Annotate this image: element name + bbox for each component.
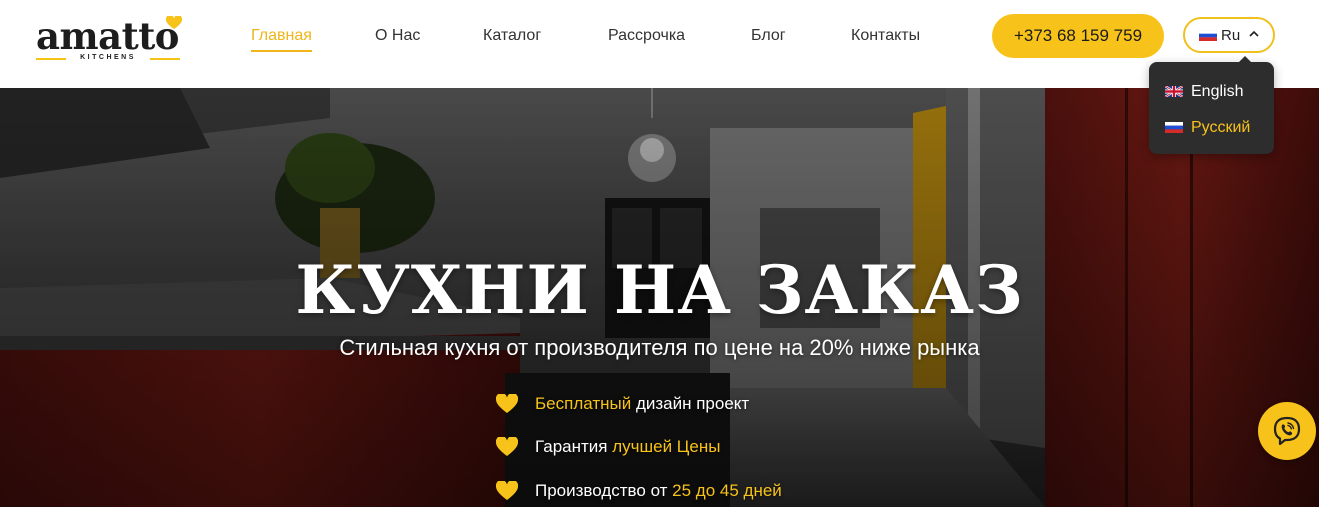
feature-prefix: Производство от <box>535 481 673 500</box>
heart-icon <box>496 481 518 500</box>
russia-flag-icon <box>1199 30 1217 41</box>
language-selector[interactable]: Ru <box>1183 17 1275 53</box>
language-current: Ru <box>1221 27 1241 44</box>
nav-item-home[interactable]: Главная <box>251 27 312 52</box>
feature-prefix: Гарантия <box>535 437 613 456</box>
feature-highlight: лучшей Цены <box>612 437 721 456</box>
nav-item-installments[interactable]: Рассрочка <box>608 27 685 45</box>
heart-icon <box>166 16 182 29</box>
uk-flag-icon <box>1165 86 1183 97</box>
language-option-russian[interactable]: Русский <box>1149 110 1274 144</box>
feature-highlight: Бесплатный <box>535 394 632 413</box>
language-option-english[interactable]: English <box>1149 74 1274 108</box>
feature-text: Гарантия лучшей Цены <box>535 437 720 457</box>
language-option-label: English <box>1191 83 1244 100</box>
logo-wordmark: amatto <box>36 14 179 58</box>
site-header: amatto KITCHENS Главная О Нас Каталог Ра… <box>0 0 1319 88</box>
heart-icon <box>496 394 518 413</box>
heart-icon <box>496 437 518 456</box>
nav-active-underline <box>251 50 312 52</box>
feature-highlight: 25 до 45 дней <box>672 481 782 500</box>
nav-item-contacts[interactable]: Контакты <box>851 27 920 45</box>
hero-title: КУХНИ НА ЗАКАЗ <box>295 251 1024 329</box>
nav-item-about[interactable]: О Нас <box>375 27 420 45</box>
hero-subtitle: Стильная кухня от производителя по цене … <box>339 335 980 360</box>
chevron-up-icon <box>1249 30 1259 37</box>
feature-text: Бесплатный дизайн проект <box>535 394 749 414</box>
nav-item-catalog[interactable]: Каталог <box>483 27 541 45</box>
nav-label: Главная <box>251 27 312 44</box>
phone-button[interactable]: +373 68 159 759 <box>992 14 1164 58</box>
viber-icon <box>1273 416 1301 446</box>
language-option-label: Русский <box>1191 119 1251 136</box>
logo-divider <box>150 58 180 60</box>
hero-section: КУХНИ НА ЗАКАЗ Стильная кухня от произво… <box>0 88 1319 507</box>
russia-flag-icon <box>1165 122 1183 133</box>
nav-item-blog[interactable]: Блог <box>751 27 786 45</box>
language-dropdown: English Русский <box>1149 56 1274 154</box>
feature-rest: дизайн проект <box>631 394 750 413</box>
viber-button[interactable] <box>1258 402 1316 460</box>
feature-text: Производство от 25 до 45 дней <box>535 481 782 501</box>
brand-logo[interactable]: amatto KITCHENS <box>36 16 182 66</box>
